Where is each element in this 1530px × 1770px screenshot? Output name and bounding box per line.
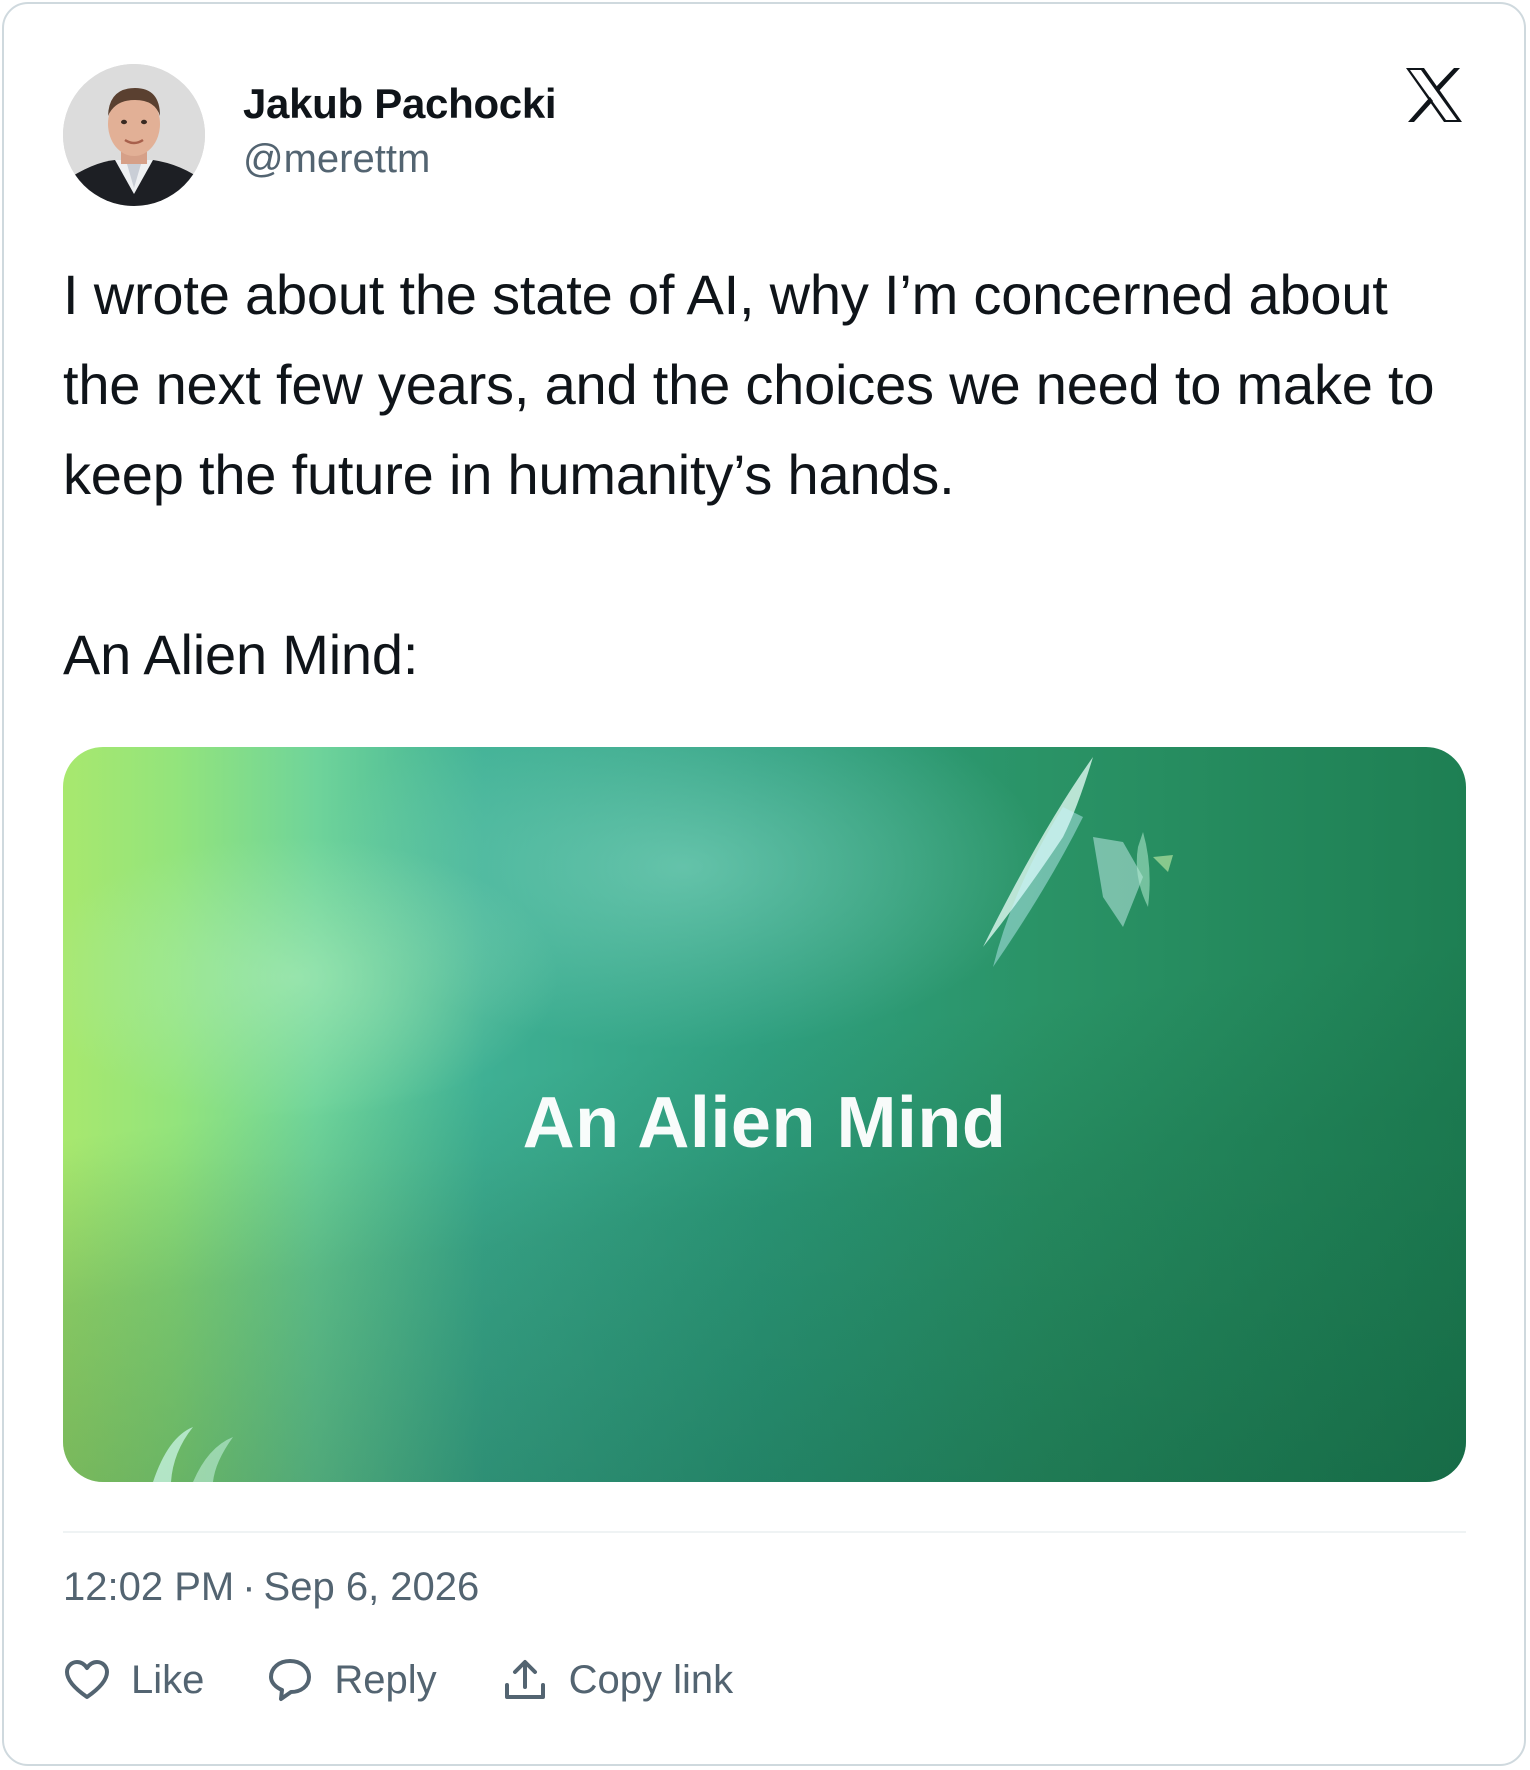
tweet-time: 12:02 PM bbox=[63, 1565, 235, 1609]
tweet-paragraph: An Alien Mind: bbox=[63, 623, 419, 686]
tweet-paragraph: I wrote about the state of AI, why I’m c… bbox=[63, 263, 1435, 506]
tweet-text: I wrote about the state of AI, why I’m c… bbox=[63, 250, 1463, 700]
tweet-date: Sep 6, 2026 bbox=[263, 1565, 480, 1609]
tweet-timestamp[interactable]: 12:02 PM · Sep 6, 2026 bbox=[63, 1565, 479, 1610]
like-button[interactable]: Like bbox=[63, 1656, 204, 1704]
copy-link-button[interactable]: Copy link bbox=[501, 1656, 734, 1704]
media-title: An Alien Mind bbox=[522, 1083, 1007, 1163]
copy-link-label: Copy link bbox=[568, 1657, 734, 1702]
avatar-portrait bbox=[63, 64, 205, 206]
timestamp-separator: · bbox=[242, 1565, 256, 1609]
upload-icon bbox=[501, 1656, 549, 1704]
media-image[interactable]: An Alien Mind bbox=[63, 747, 1466, 1482]
divider bbox=[63, 1531, 1466, 1533]
author-name[interactable]: Jakub Pachocki bbox=[243, 80, 557, 128]
author-handle[interactable]: @merettm bbox=[243, 137, 430, 182]
x-logo-icon[interactable] bbox=[1404, 66, 1464, 124]
speech-bubble-icon bbox=[266, 1656, 314, 1704]
tweet-actions: Like Reply Copy link bbox=[63, 1655, 793, 1705]
reply-label: Reply bbox=[334, 1657, 437, 1702]
like-label: Like bbox=[131, 1657, 205, 1702]
avatar[interactable] bbox=[63, 64, 205, 206]
heart-icon bbox=[63, 1656, 111, 1704]
reply-button[interactable]: Reply bbox=[266, 1656, 437, 1704]
